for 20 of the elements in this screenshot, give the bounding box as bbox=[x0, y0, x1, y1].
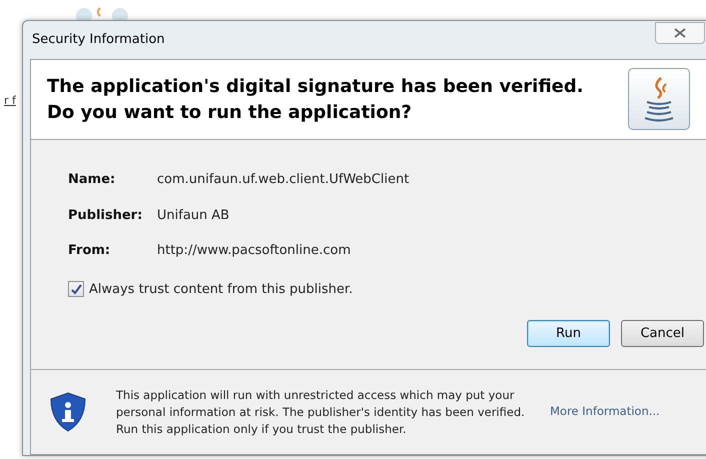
field-label: Publisher: bbox=[68, 206, 144, 224]
field-value: Unifaun AB bbox=[157, 206, 230, 224]
close-button[interactable] bbox=[655, 22, 705, 44]
checkbox-label: Always trust content from this publisher. bbox=[89, 280, 353, 298]
field-label: From: bbox=[68, 242, 112, 260]
dialog-button[interactable]: Run bbox=[527, 320, 610, 347]
java-logo-icon bbox=[628, 68, 690, 130]
trust-checkbox[interactable] bbox=[68, 281, 84, 298]
header-text: Do you want to run the application? bbox=[47, 100, 413, 124]
header-text: The application's digital signature has been verified. bbox=[47, 74, 584, 98]
checkmark-icon bbox=[70, 284, 82, 295]
more-information-link[interactable]: More Information... bbox=[550, 403, 660, 421]
field-value: com.unifaun.uf.web.client.UfWebClient bbox=[157, 171, 410, 189]
warning-message: This application will run with unrestricted access which may put your personal information at risk. The publisher's identity has been verified. Run this application only if you trust the publisher. bbox=[116, 386, 526, 438]
close-icon bbox=[674, 28, 686, 38]
dialog-button[interactable]: Cancel bbox=[621, 320, 704, 347]
field-value: http://www.pacsoftonline.com bbox=[157, 242, 351, 260]
background-link[interactable]: r f bbox=[4, 93, 16, 110]
window-title: Security Information bbox=[32, 31, 165, 50]
field-label: Name: bbox=[68, 171, 116, 189]
